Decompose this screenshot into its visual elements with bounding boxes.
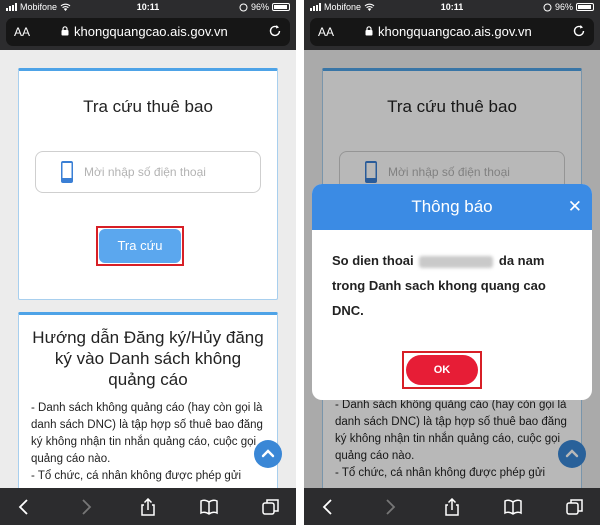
notification-dialog: Thông báo ✕ So dien thoai da nam trong D… — [312, 184, 592, 400]
browser-toolbar — [304, 488, 600, 525]
tabs-icon[interactable] — [262, 498, 280, 516]
rotation-lock-icon — [239, 3, 248, 11]
dialog-header: Thông báo ✕ — [312, 184, 592, 230]
reload-icon[interactable] — [572, 24, 586, 38]
guide-paragraph-1: - Danh sách không quảng cáo (hay còn gọi… — [31, 402, 263, 465]
rotation-lock-icon — [543, 3, 552, 11]
address-bar[interactable]: AA khongquangcao.ais.gov.vn — [6, 18, 290, 46]
tabs-icon[interactable] — [566, 498, 584, 516]
bookmarks-icon[interactable] — [504, 498, 522, 516]
forward-icon[interactable] — [76, 498, 94, 516]
status-bar: Mobifone 10:11 96% — [0, 0, 296, 14]
reload-icon[interactable] — [268, 24, 282, 38]
phone-screen-left: Mobifone 10:11 96% AA khongquangcao.ais.… — [0, 0, 296, 525]
message-prefix: So dien thoai — [332, 253, 414, 268]
reader-settings-button[interactable]: AA — [14, 25, 30, 39]
back-icon[interactable] — [16, 498, 34, 516]
modal-overlay[interactable]: Thông báo ✕ So dien thoai da nam trong D… — [304, 50, 600, 488]
bookmarks-icon[interactable] — [200, 498, 218, 516]
share-icon[interactable] — [443, 498, 461, 516]
page-content: Tra cứu thuê bao Mời nhập số điện thoại … — [0, 50, 296, 488]
battery-percent: 96% — [554, 2, 573, 12]
dialog-title: Thông báo — [411, 197, 493, 216]
scroll-to-top-button[interactable] — [254, 440, 282, 468]
redacted-phone-number — [419, 255, 494, 268]
battery-percent: 96% — [250, 2, 269, 12]
guide-paragraph-2: - Tổ chức, cá nhân không được phép gửi — [31, 470, 242, 482]
ok-button-highlight — [402, 351, 482, 389]
dialog-message: So dien thoai da nam trong Danh sach kho… — [312, 230, 592, 323]
back-icon[interactable] — [320, 498, 338, 516]
lock-icon — [61, 26, 69, 36]
search-button-highlight — [96, 226, 184, 266]
address-bar[interactable]: AA khongquangcao.ais.gov.vn — [310, 18, 594, 46]
lock-icon — [365, 26, 373, 36]
reader-settings-button[interactable]: AA — [318, 25, 334, 39]
phone-number-input[interactable]: Mời nhập số điện thoại — [35, 151, 261, 193]
phone-screen-right: Mobifone 10:11 96% AA khongquangcao.ais.… — [304, 0, 600, 525]
url-text[interactable]: khongquangcao.ais.gov.vn — [74, 24, 228, 39]
mobile-phone-icon — [61, 161, 73, 183]
phone-input-placeholder: Mời nhập số điện thoại — [84, 165, 206, 179]
guide-title: Hướng dẫn Đăng ký/Hủy đăng ký vào Danh s… — [32, 328, 264, 389]
url-text[interactable]: khongquangcao.ais.gov.vn — [378, 24, 532, 39]
guide-card: Hướng dẫn Đăng ký/Hủy đăng ký vào Danh s… — [18, 312, 278, 488]
browser-toolbar — [0, 488, 296, 525]
forward-icon[interactable] — [380, 498, 398, 516]
chevron-up-icon — [261, 449, 275, 458]
battery-icon — [576, 3, 594, 11]
status-bar: Mobifone 10:11 96% — [304, 0, 600, 14]
battery-icon — [272, 3, 290, 11]
close-icon[interactable]: ✕ — [568, 184, 582, 230]
share-icon[interactable] — [139, 498, 157, 516]
search-card-title: Tra cứu thuê bao — [83, 97, 213, 116]
search-card: Tra cứu thuê bao Mời nhập số điện thoại … — [18, 68, 278, 300]
